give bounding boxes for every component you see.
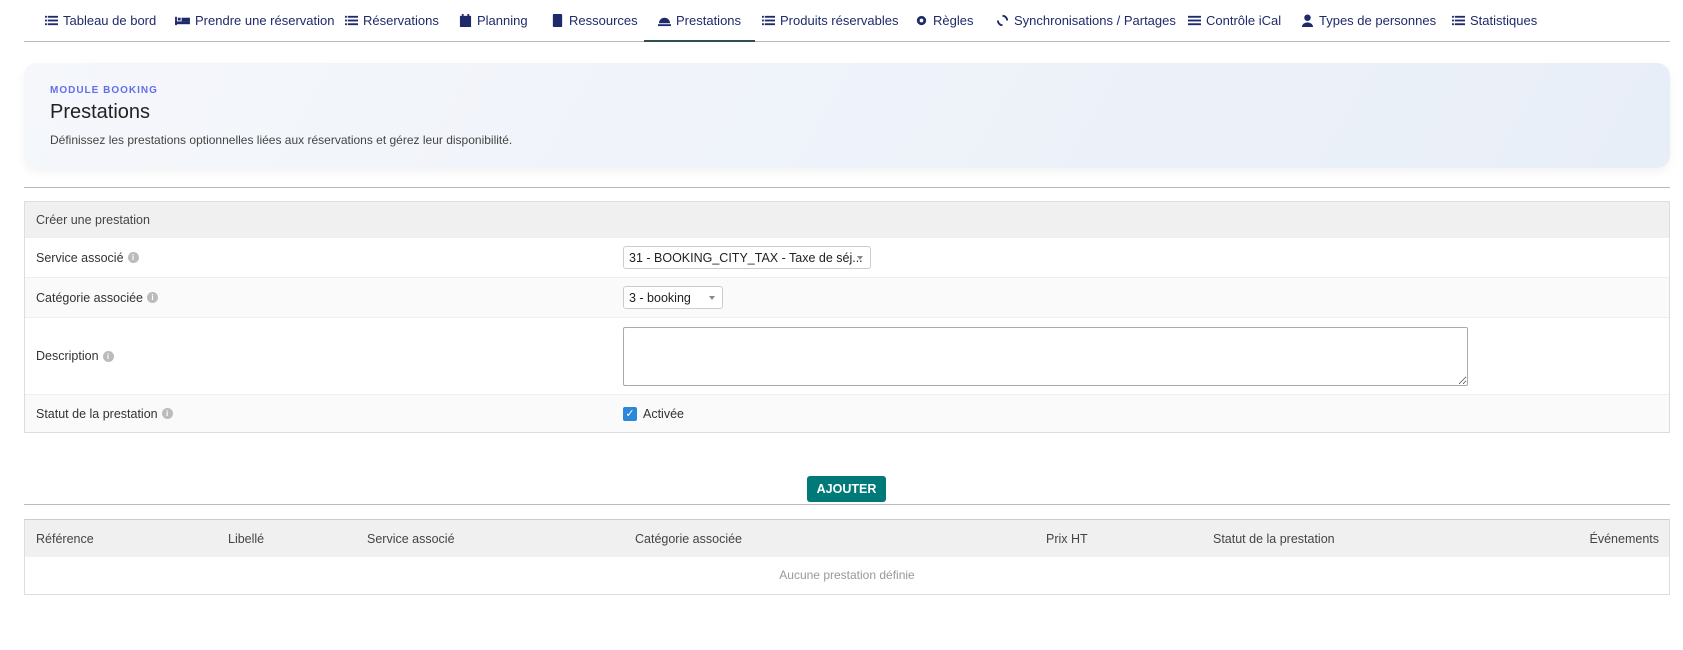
tab-statistiques[interactable]: Statistiques	[1452, 13, 1537, 42]
user-icon	[1301, 14, 1314, 27]
status-label: Statut de la prestation	[36, 406, 158, 421]
page-title: Prestations	[50, 101, 151, 123]
tab-synchronisations[interactable]: Synchronisations / Partages	[996, 13, 1176, 42]
info-icon: i	[161, 408, 173, 419]
column-header[interactable]: Catégorie associée	[635, 532, 742, 546]
tab-controle-ical[interactable]: Contrôle iCal	[1188, 13, 1281, 42]
service-label: Service associé	[36, 250, 124, 265]
empty-message: Aucune prestation définie	[779, 568, 915, 582]
calendar-icon	[459, 14, 472, 27]
tab-prendre-reservation[interactable]: Prendre une réservation	[175, 13, 334, 42]
create-prestation-form: Créer une prestation Service associé i 31…	[24, 201, 1670, 433]
tab-planning[interactable]: Planning	[459, 13, 528, 42]
bed-icon	[175, 16, 190, 26]
column-header[interactable]: Libellé	[228, 532, 264, 546]
category-select[interactable]: 3 - booking	[623, 286, 723, 309]
page-header: MODULE BOOKING Prestations Définissez le…	[24, 63, 1670, 168]
add-button[interactable]: AJOUTER	[807, 476, 886, 502]
status-checkbox[interactable]: ✓	[623, 406, 637, 421]
status-row: Statut de la prestation i ✓ Activée	[25, 394, 1669, 432]
column-header: Événements	[1589, 531, 1659, 546]
module-label: MODULE BOOKING	[50, 85, 158, 96]
sliders-icon	[1188, 15, 1201, 26]
tab-prestations[interactable]: Prestations	[644, 13, 756, 42]
list-icon	[345, 15, 358, 26]
service-row: Service associé i 31 - BOOKING_CITY_TAX -…	[25, 237, 1669, 277]
book-icon	[552, 14, 563, 27]
tab-tableau-de-bord[interactable]: Tableau de bord	[45, 13, 156, 42]
tab-ressources[interactable]: Ressources	[551, 13, 638, 42]
description-label: Description	[36, 349, 99, 363]
tab-reservations[interactable]: Réservations	[345, 13, 439, 42]
tab-regles[interactable]: Règles	[915, 13, 973, 42]
column-header[interactable]: Service associé	[367, 532, 455, 546]
table-header: Référence Libellé Service associé Catégo…	[25, 520, 1669, 557]
column-header[interactable]: Statut de la prestation	[1213, 532, 1335, 546]
tab-produits-reservables[interactable]: Produits réservables	[762, 13, 899, 42]
list-icon	[45, 15, 58, 26]
list-icon	[762, 15, 775, 26]
divider	[24, 187, 1670, 188]
info-icon: i	[147, 292, 159, 303]
category-row: Catégorie associée i 3 - booking	[25, 277, 1669, 317]
page-description: Définissez les prestations optionnelles …	[50, 133, 513, 147]
category-label: Catégorie associée	[36, 290, 144, 305]
form-title: Créer une prestation	[25, 202, 1669, 237]
bell-icon	[658, 17, 671, 27]
description-row: Description i	[25, 317, 1669, 394]
divider	[24, 504, 1670, 505]
column-header[interactable]: Référence	[36, 532, 94, 546]
info-icon: i	[102, 350, 114, 362]
list-icon	[1452, 15, 1465, 26]
prestations-table: Référence Libellé Service associé Catégo…	[24, 519, 1670, 595]
sync-icon	[996, 14, 1009, 27]
tab-bar: Tableau de bord Prendre une réservation …	[24, 0, 1670, 42]
service-select[interactable]: 31 - BOOKING_CITY_TAX - Taxe de séj...	[623, 246, 871, 269]
description-input[interactable]	[623, 326, 1468, 386]
info-icon: i	[127, 252, 139, 263]
column-header[interactable]: Prix HT	[1046, 532, 1088, 546]
status-checkbox-label[interactable]: Activée	[643, 407, 684, 421]
tab-types-personnes[interactable]: Types de personnes	[1301, 13, 1436, 42]
gear-icon	[916, 15, 927, 26]
